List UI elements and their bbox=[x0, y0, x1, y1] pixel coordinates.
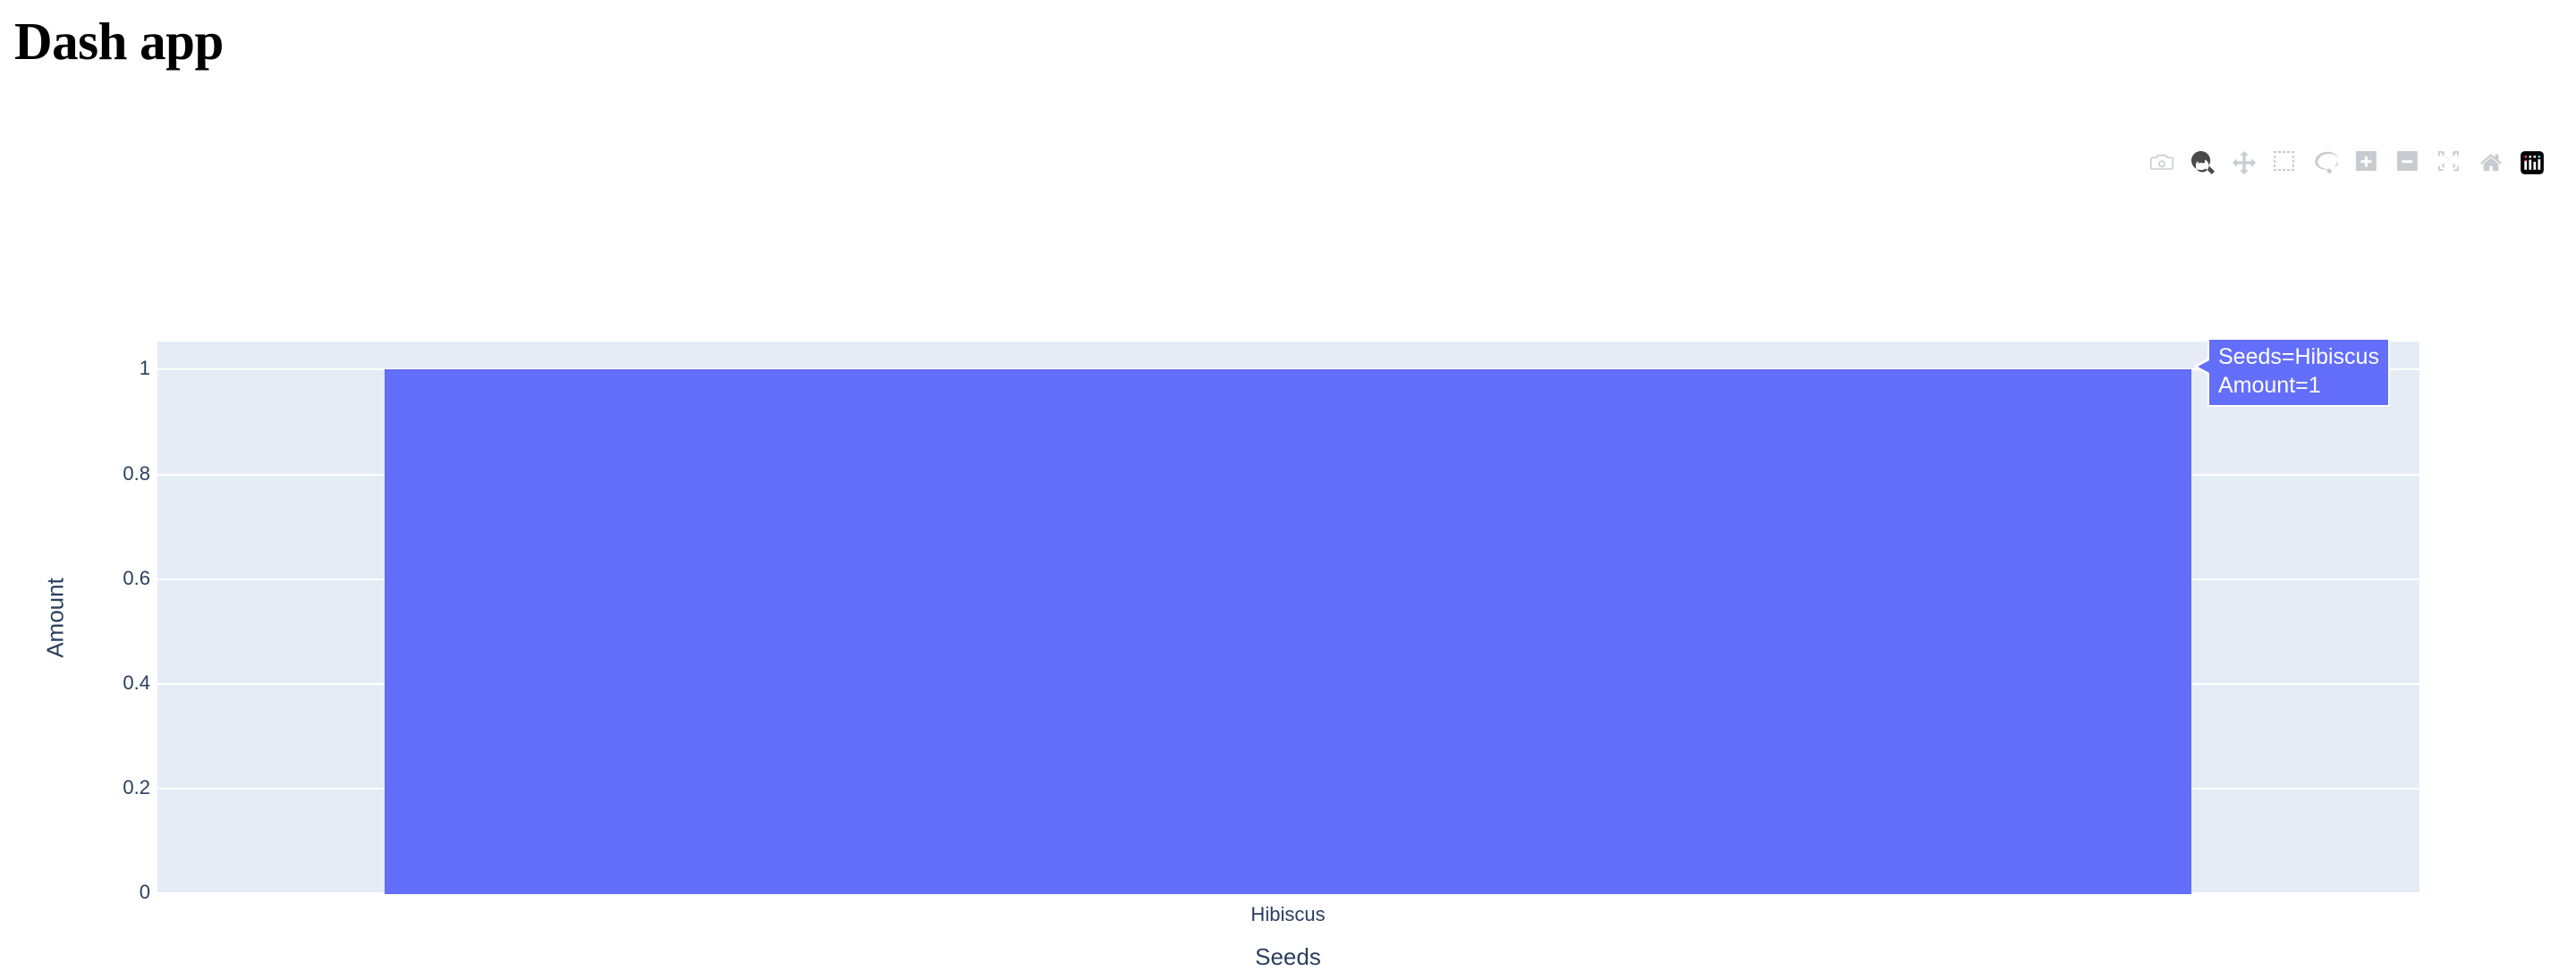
y-tick-label: 0.8 bbox=[123, 462, 150, 485]
y-tick-label: 0.2 bbox=[123, 776, 150, 798]
plotly-modebar[interactable] bbox=[2141, 145, 2553, 181]
modebar-group-drag bbox=[2182, 145, 2347, 181]
autoscale-icon[interactable] bbox=[2429, 145, 2470, 181]
y-tick-label: 0 bbox=[139, 881, 150, 903]
modebar-group-zoom bbox=[2347, 145, 2512, 181]
hover-tooltip: Seeds=Hibiscus Amount=1 bbox=[2194, 338, 2390, 407]
plotly-graph[interactable]: 1 0.8 0.6 0.4 0.2 0 Hibiscus Seeds Amoun… bbox=[0, 98, 2576, 970]
reset-axes-icon[interactable] bbox=[2470, 145, 2512, 181]
x-axis-title: Seeds bbox=[1255, 943, 1321, 970]
download-plot-icon[interactable] bbox=[2141, 145, 2182, 181]
box-select-icon[interactable] bbox=[2265, 145, 2306, 181]
y-axis-title: Amount bbox=[41, 578, 69, 658]
page-title: Dash app bbox=[14, 12, 224, 71]
y-tick-label: 0.6 bbox=[123, 567, 150, 589]
x-tick-label-hibiscus: Hibiscus bbox=[1250, 903, 1326, 925]
hover-tooltip-line-seeds: Seeds=Hibiscus bbox=[2218, 344, 2379, 369]
modebar-group-logo bbox=[2512, 145, 2553, 181]
lasso-select-icon[interactable] bbox=[2306, 145, 2347, 181]
zoom-out-icon[interactable] bbox=[2388, 145, 2429, 181]
zoom-in-icon[interactable] bbox=[2347, 145, 2388, 181]
y-tick-label: 0.4 bbox=[123, 671, 150, 694]
pan-icon[interactable] bbox=[2224, 145, 2265, 181]
zoom-icon[interactable] bbox=[2182, 145, 2224, 181]
y-tick-label: 1 bbox=[139, 357, 150, 379]
hover-tooltip-line-amount: Amount=1 bbox=[2218, 373, 2321, 398]
bar-hibiscus[interactable] bbox=[385, 369, 2191, 894]
plotly-logo-icon[interactable] bbox=[2512, 145, 2553, 181]
modebar-group-download bbox=[2141, 145, 2182, 181]
